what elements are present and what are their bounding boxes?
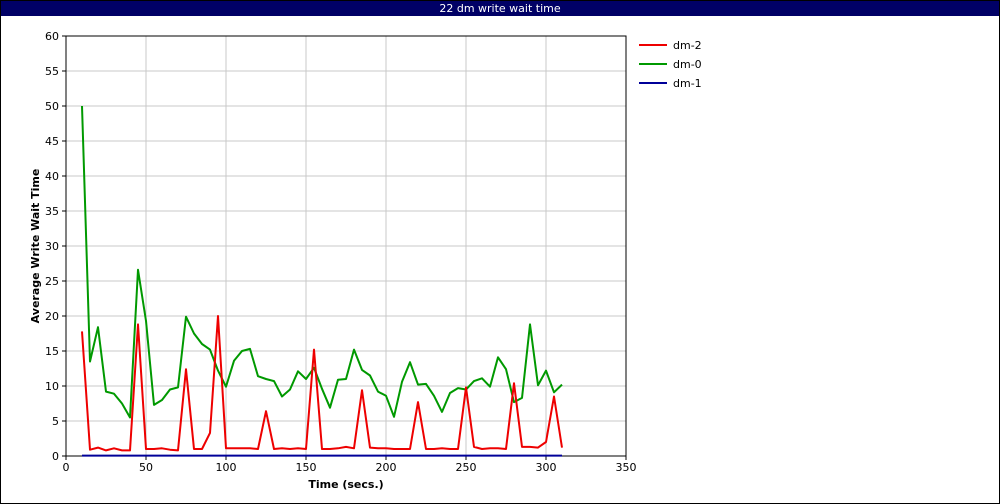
- y-tick-label: 10: [45, 380, 59, 393]
- y-tick-label: 5: [52, 415, 59, 428]
- window-title: 22 dm write wait time: [1, 1, 999, 16]
- series-line-dm-0: [81, 105, 563, 419]
- legend-label-dm-2: dm-2: [673, 39, 702, 52]
- y-tick-label: 20: [45, 310, 59, 323]
- y-tick-label: 35: [45, 205, 59, 218]
- x-tick-label: 200: [376, 461, 397, 474]
- legend-label-dm-0: dm-0: [673, 58, 702, 71]
- x-tick-label: 50: [139, 461, 153, 474]
- x-tick-label: 0: [63, 461, 70, 474]
- line-chart: 0 5 10 15 20 25 30 35 40 45 50 55 60 0 50 100 150 200 250 3…: [29, 30, 702, 491]
- y-tick-label: 15: [45, 345, 59, 358]
- y-tick-label: 30: [45, 240, 59, 253]
- y-tick-label: 60: [45, 30, 59, 43]
- legend: dm-2 dm-0 dm-1: [639, 39, 702, 90]
- x-tick-label: 150: [296, 461, 317, 474]
- grid: [65, 35, 627, 457]
- y-axis-label: Average Write Wait Time: [29, 169, 42, 324]
- x-axis-label: Time (secs.): [308, 478, 383, 491]
- legend-label-dm-1: dm-1: [673, 77, 702, 90]
- y-tick-label: 55: [45, 65, 59, 78]
- x-tick-label: 350: [616, 461, 637, 474]
- y-tick-label: 0: [52, 450, 59, 463]
- y-tick-label: 25: [45, 275, 59, 288]
- y-tick-label: 40: [45, 170, 59, 183]
- x-tick-label: 250: [456, 461, 477, 474]
- y-tick-label: 50: [45, 100, 59, 113]
- y-tick-label: 45: [45, 135, 59, 148]
- x-tick-label: 100: [216, 461, 237, 474]
- x-tick-label: 300: [536, 461, 557, 474]
- chart-window: 22 dm write wait time 0 5 10 15 20 25 30 35 40 45…: [0, 0, 1000, 504]
